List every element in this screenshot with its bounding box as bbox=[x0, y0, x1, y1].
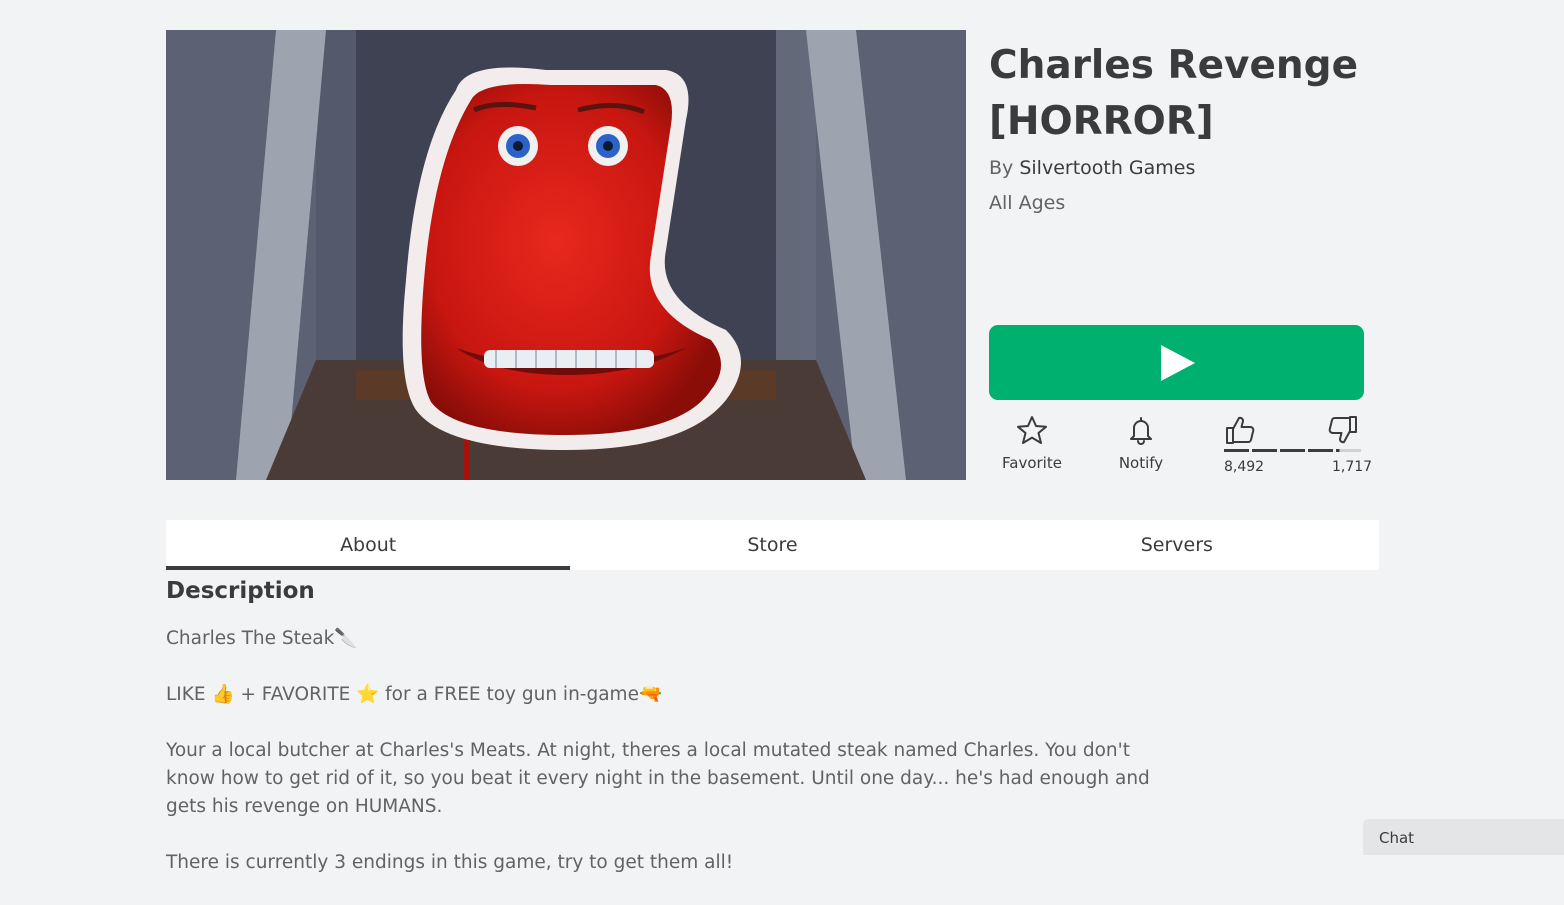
notify-button[interactable]: Notify bbox=[1096, 414, 1186, 472]
vote-ratio-bar bbox=[1224, 449, 1361, 453]
favorite-label: Favorite bbox=[1002, 454, 1062, 472]
upvote-count: 8,492 bbox=[1224, 459, 1265, 475]
game-title: Charles Revenge [HORROR] bbox=[989, 43, 1359, 144]
tab-servers[interactable]: Servers bbox=[975, 520, 1379, 570]
play-icon bbox=[1160, 344, 1195, 381]
steak-character-image bbox=[166, 30, 966, 480]
description-body: Charles The Steak🔪 LIKE 👍 + FAVORITE ⭐ f… bbox=[166, 625, 1176, 905]
creator-link[interactable]: Silvertooth Games bbox=[1019, 157, 1195, 179]
downvote-button[interactable] bbox=[1327, 414, 1359, 450]
favorite-button[interactable]: Favorite bbox=[987, 414, 1077, 472]
downvote-count: 1,717 bbox=[1332, 459, 1373, 475]
description-paragraph: Your a local butcher at Charles's Meats.… bbox=[166, 740, 1150, 817]
description-paragraph: There is currently 3 endings in this gam… bbox=[166, 852, 734, 873]
description-paragraph: LIKE 👍 + FAVORITE ⭐ for a FREE toy gun i… bbox=[166, 684, 662, 705]
creator-line: By Silvertooth Games bbox=[989, 157, 1195, 179]
tab-bar: About Store Servers bbox=[166, 520, 1379, 570]
age-rating: All Ages bbox=[989, 192, 1066, 214]
star-icon bbox=[1017, 416, 1047, 444]
play-button[interactable] bbox=[989, 325, 1364, 400]
upvote-button[interactable] bbox=[1224, 414, 1256, 450]
notify-label: Notify bbox=[1118, 454, 1164, 472]
tab-about[interactable]: About bbox=[166, 520, 571, 570]
thumbs-down-icon bbox=[1328, 416, 1357, 444]
description-heading: Description bbox=[166, 578, 315, 604]
description-paragraph: Charles The Steak🔪 bbox=[166, 628, 358, 649]
by-prefix: By bbox=[989, 157, 1020, 179]
tab-store[interactable]: Store bbox=[570, 520, 974, 570]
bell-icon bbox=[1130, 417, 1152, 445]
game-thumbnail[interactable] bbox=[166, 30, 966, 480]
thumbs-up-icon bbox=[1226, 416, 1255, 444]
chat-button[interactable]: Chat bbox=[1363, 819, 1564, 855]
